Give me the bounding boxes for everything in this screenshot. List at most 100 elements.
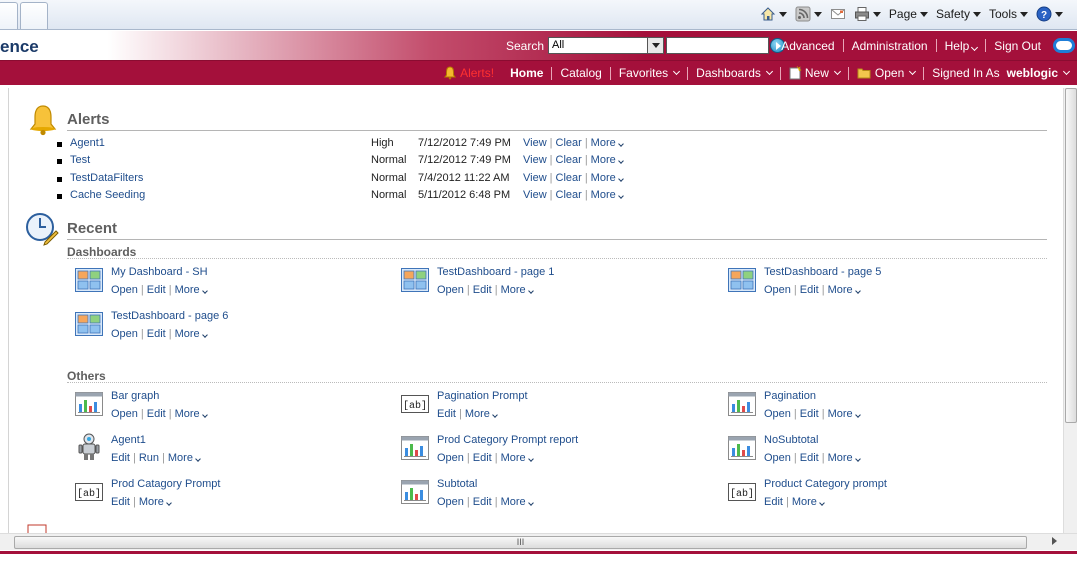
item-title-link[interactable]: TestDashboard - page 1 [437,266,554,278]
item-title-link[interactable]: Pagination [764,390,816,402]
safety-menu[interactable]: Safety [936,7,981,21]
open-link[interactable]: Open [437,496,464,508]
item-title-link[interactable]: My Dashboard - SH [111,266,208,278]
edit-link[interactable]: Edit [800,284,819,296]
alert-name-link[interactable]: Test [70,154,90,166]
edit-link[interactable]: Edit [147,284,166,296]
nav-home[interactable]: Home [502,66,551,80]
alert-clear-link[interactable]: Clear [556,154,582,166]
alert-view-link[interactable]: View [523,154,547,166]
edit-link[interactable]: Edit [764,496,783,508]
alert-name-link[interactable]: TestDataFilters [70,172,143,184]
administration-link[interactable]: Administration [844,39,936,53]
scroll-right-arrow-icon[interactable] [1052,537,1057,545]
feeds-button[interactable] [795,6,822,22]
open-link[interactable]: Open [111,408,138,420]
alerts-section-title: Alerts [67,111,110,128]
search-input[interactable] [666,37,769,54]
item-title-link[interactable]: NoSubtotal [764,434,818,446]
nav-new[interactable]: New [781,66,848,80]
advanced-link[interactable]: Advanced [773,39,842,53]
more-menu[interactable]: More [828,452,853,464]
open-link[interactable]: Open [764,408,791,420]
open-link[interactable]: Open [111,284,138,296]
alert-more-menu[interactable]: More [591,154,616,166]
more-menu[interactable]: More [828,284,853,296]
more-menu[interactable]: More [175,408,200,420]
alert-name-link[interactable]: Agent1 [70,137,105,149]
run-link[interactable]: Run [139,452,159,464]
alerts-link[interactable]: Alerts! [435,66,502,80]
edit-link[interactable]: Edit [437,408,456,420]
recent-dashboards-label: Dashboards [67,245,137,259]
alert-name-link[interactable]: Cache Seeding [70,189,145,201]
edit-link[interactable]: Edit [800,452,819,464]
alert-more-menu[interactable]: More [591,172,616,184]
horizontal-scrollbar[interactable]: III [0,533,1077,550]
item-title-link[interactable]: Prod Category Prompt report [437,434,578,446]
browser-tab-left[interactable] [0,2,18,29]
help-menu[interactable]: ? [1036,6,1063,22]
more-menu[interactable]: More [168,452,193,464]
edit-link[interactable]: Edit [111,452,130,464]
open-label: Open [874,66,905,80]
edit-link[interactable]: Edit [147,328,166,340]
item-title-link[interactable]: TestDashboard - page 6 [111,310,228,322]
nav-catalog[interactable]: Catalog [552,66,609,80]
alert-view-link[interactable]: View [523,189,547,201]
sign-out-link[interactable]: Sign Out [986,39,1049,53]
open-link[interactable]: Open [111,328,138,340]
more-menu[interactable]: More [792,496,817,508]
alert-view-link[interactable]: View [523,137,547,149]
search-scope-select[interactable]: All [548,37,664,54]
vertical-scrollbar[interactable] [1063,88,1077,533]
vertical-scroll-thumb[interactable] [1065,88,1077,423]
open-link[interactable]: Open [437,452,464,464]
item-title-link[interactable]: Prod Catagory Prompt [111,478,220,490]
nav-dashboards[interactable]: Dashboards [688,66,780,80]
alert-more-menu[interactable]: More [591,137,616,149]
search-scope-dropdown-button[interactable] [647,38,663,53]
print-button[interactable] [854,6,881,22]
more-menu[interactable]: More [828,408,853,420]
clock-icon [26,213,59,246]
user-name: weblogic [1006,66,1058,80]
alert-clear-link[interactable]: Clear [556,137,582,149]
more-menu[interactable]: More [175,328,200,340]
edit-link[interactable]: Edit [473,496,492,508]
item-title-link[interactable]: Subtotal [437,478,477,490]
edit-link[interactable]: Edit [800,408,819,420]
home-button[interactable] [760,6,787,22]
more-menu[interactable]: More [139,496,164,508]
nav-favorites[interactable]: Favorites [611,66,687,80]
tools-menu[interactable]: Tools [989,7,1028,21]
alert-clear-link[interactable]: Clear [556,189,582,201]
item-title-link[interactable]: TestDashboard - page 5 [764,266,881,278]
item-title-link[interactable]: Product Category prompt [764,478,887,490]
open-link[interactable]: Open [764,452,791,464]
alert-view-link[interactable]: View [523,172,547,184]
edit-link[interactable]: Edit [111,496,130,508]
alert-more-menu[interactable]: More [591,189,616,201]
edit-link[interactable]: Edit [473,284,492,296]
item-title-link[interactable]: Bar graph [111,390,159,402]
more-menu[interactable]: More [175,284,200,296]
signed-in-menu[interactable]: Signed In As weblogic [924,66,1077,80]
more-menu[interactable]: More [465,408,490,420]
help-menu-link[interactable]: Help [937,39,986,53]
edit-link[interactable]: Edit [473,452,492,464]
edit-link[interactable]: Edit [147,408,166,420]
item-title-link[interactable]: Pagination Prompt [437,390,528,402]
more-menu[interactable]: More [501,284,526,296]
open-link[interactable]: Open [437,284,464,296]
item-title-link[interactable]: Agent1 [111,434,146,446]
more-menu[interactable]: More [501,452,526,464]
mail-button[interactable] [830,6,846,22]
nav-open[interactable]: Open [849,66,923,80]
open-link[interactable]: Open [764,284,791,296]
horizontal-scroll-thumb[interactable]: III [14,536,1027,549]
alert-clear-link[interactable]: Clear [556,172,582,184]
more-menu[interactable]: More [501,496,526,508]
page-menu[interactable]: Page [889,7,928,21]
browser-tab-new[interactable] [20,2,48,29]
